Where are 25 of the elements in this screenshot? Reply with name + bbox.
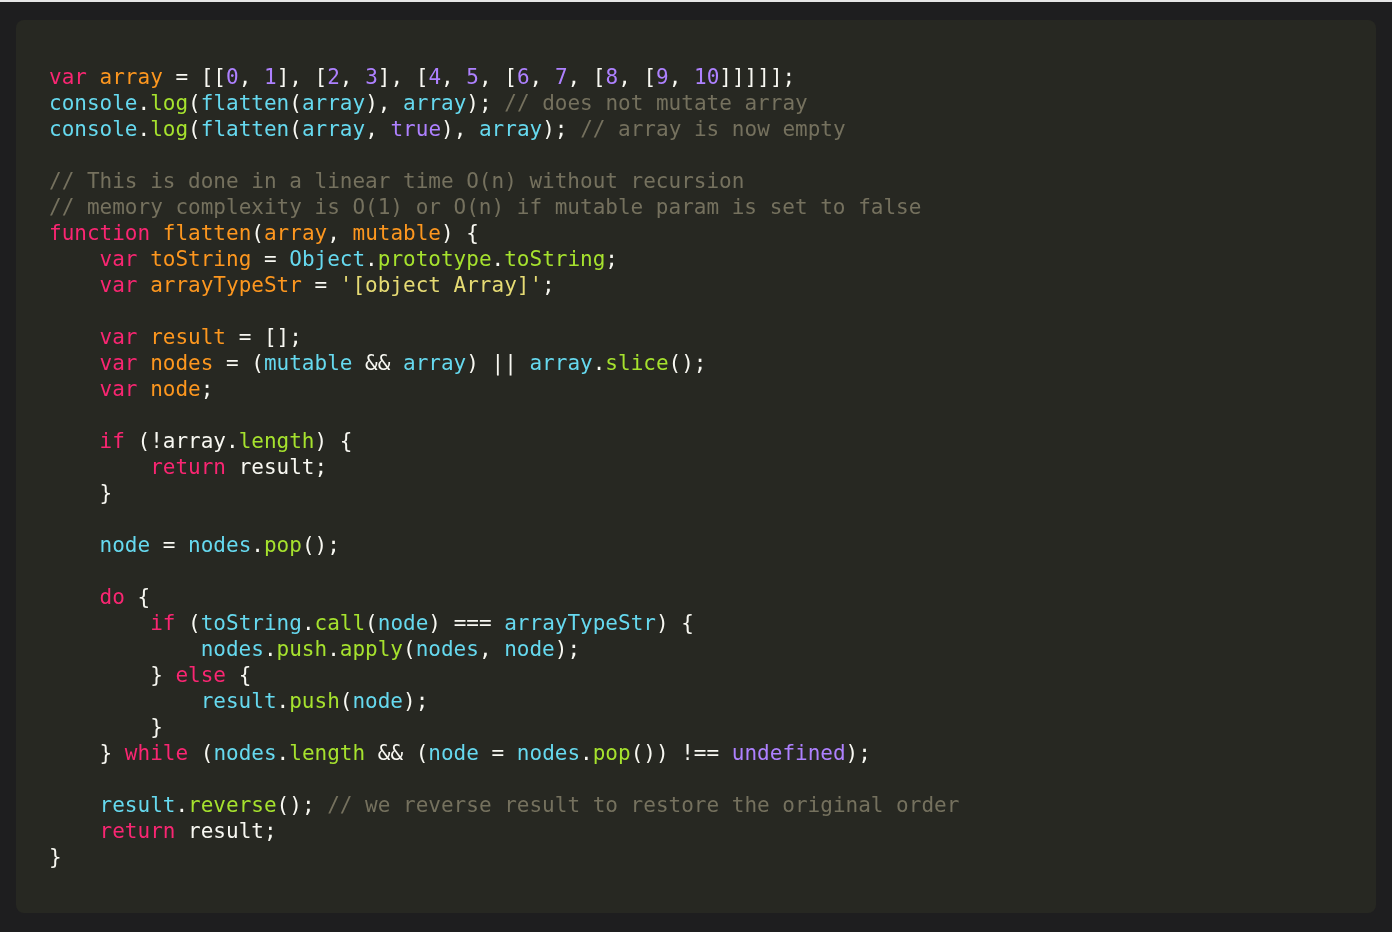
- code-line: var nodes = (mutable && array) || array.slice();: [99, 350, 707, 376]
- code-line: // This is done in a linear time O(n) without recursion: [49, 168, 745, 194]
- code-line: } else {: [150, 662, 252, 688]
- code-line: return result;: [99, 818, 277, 844]
- code-line: do {: [99, 584, 151, 610]
- code-line: // memory complexity is O(1) or O(n) if mutable param is set to false: [49, 194, 922, 220]
- code-line: var array = [[0, 1], [2, 3], [4, 5, [6, 7, [8, [9, 10]]]]];: [49, 64, 796, 90]
- code-line: console.log(flatten(array), array); // does not mutate array: [49, 90, 808, 116]
- code-line: function flatten(array, mutable) {: [49, 220, 479, 246]
- code-line: node = nodes.pop();: [99, 532, 340, 558]
- code-line: result.reverse(); // we reverse result to restore the original order: [99, 792, 960, 818]
- code-line: }: [49, 844, 62, 870]
- code-line: }: [150, 714, 163, 740]
- code-line: var node;: [99, 376, 214, 402]
- code-line: var result = [];: [99, 324, 302, 350]
- code-line: var toString = Object.prototype.toString;: [99, 246, 618, 272]
- code-line: return result;: [150, 454, 328, 480]
- code-line: console.log(flatten(array, true), array); // array is now empty: [49, 116, 846, 142]
- code-line: } while (nodes.length && (node = nodes.pop()) !== undefined);: [99, 740, 871, 766]
- code-line: result.push(node);: [200, 688, 429, 714]
- code-line: if (toString.call(node) === arrayTypeStr) {: [150, 610, 694, 636]
- code-line: var arrayTypeStr = '[object Array]';: [99, 272, 555, 298]
- code-line: nodes.push.apply(nodes, node);: [200, 636, 581, 662]
- code-line: if (!array.length) {: [99, 428, 353, 454]
- code-line: }: [99, 480, 113, 506]
